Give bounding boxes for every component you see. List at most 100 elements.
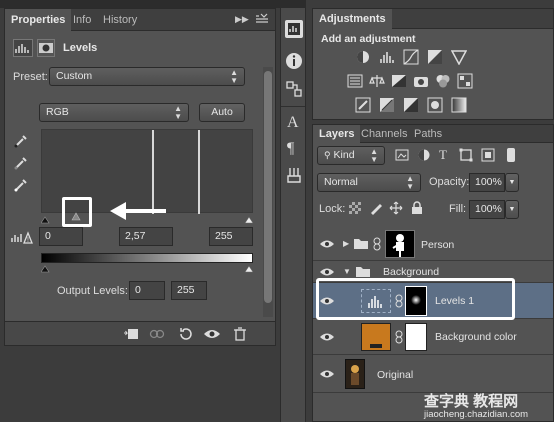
group-mask-thumbnail[interactable] (385, 230, 415, 258)
input-white-field[interactable]: 255 (209, 227, 253, 246)
tab-layers[interactable]: Layers (313, 125, 361, 143)
selective-color-icon[interactable] (427, 97, 443, 113)
auto-button[interactable]: Auto (199, 103, 245, 122)
input-black-field[interactable]: 0 (39, 227, 83, 246)
layer-name: Background (383, 266, 440, 278)
filter-pixel-icon[interactable] (395, 148, 409, 162)
lock-all-icon[interactable] (411, 201, 423, 215)
posterize-icon[interactable] (379, 97, 395, 113)
clip-to-layer-icon[interactable] (123, 327, 139, 341)
lock-position-icon[interactable] (389, 201, 403, 215)
filter-toggle-switch[interactable] (507, 148, 515, 162)
channel-value: RGB (46, 106, 69, 118)
visibility-eye-icon[interactable] (319, 266, 335, 278)
lock-transparent-icon[interactable] (349, 202, 361, 214)
filter-smart-object-icon[interactable] (481, 148, 495, 162)
dropdown-arrows-icon: ▲ ▼ (406, 174, 414, 191)
output-black-field[interactable]: 0 (129, 281, 165, 300)
channel-mixer-icon[interactable] (435, 73, 451, 89)
character-icon[interactable]: A (287, 114, 303, 132)
color-balance-icon[interactable] (369, 73, 385, 89)
dock-divider (281, 106, 305, 107)
midtone-highlight-box (62, 197, 92, 227)
clipping-warning-icon[interactable]: ! (11, 229, 33, 245)
filter-adjustment-icon[interactable] (417, 148, 431, 162)
exposure-icon[interactable] (427, 49, 443, 65)
filter-shape-icon[interactable] (459, 148, 473, 162)
brightness-contrast-icon[interactable] (355, 49, 371, 65)
chain-link-icon[interactable] (373, 237, 381, 251)
properties-scrollbar[interactable] (263, 67, 273, 317)
gradient-map-icon[interactable] (451, 97, 467, 113)
visibility-eye-icon[interactable] (319, 238, 335, 250)
fill-color-thumbnail[interactable] (361, 323, 391, 351)
panel-title: Levels (63, 42, 98, 54)
invert-icon[interactable] (355, 97, 371, 113)
original-photo-thumbnail[interactable] (345, 359, 365, 389)
properties-dock-icon[interactable] (285, 20, 303, 38)
paragraph-icon[interactable]: ¶ (287, 140, 303, 158)
channel-dropdown[interactable]: RGB ▲ ▼ (39, 103, 189, 122)
black-eyedropper-icon[interactable] (13, 133, 29, 149)
history-icon[interactable] (285, 80, 303, 98)
collapse-arrow-icon[interactable]: ▼ (343, 267, 351, 276)
visibility-eye-icon[interactable] (203, 327, 221, 341)
gray-eyedropper-icon[interactable] (13, 155, 29, 171)
layer-name: Person (421, 239, 455, 251)
white-eyedropper-icon[interactable] (13, 177, 29, 193)
tab-channels[interactable]: Channels (355, 125, 413, 143)
filter-kind-dropdown[interactable]: ⚲ Kind ▲ ▼ (317, 146, 385, 165)
tab-history[interactable]: History (97, 9, 143, 31)
output-levels-slider[interactable] (40, 263, 254, 273)
input-midtone-field[interactable]: 2,57 (119, 227, 173, 246)
tab-adjustments[interactable]: Adjustments (313, 9, 392, 29)
layers-panel: Layers Channels Paths ⚲ Kind ▲ ▼ T Normal… (312, 124, 554, 422)
expand-arrow-icon[interactable]: ▶ (343, 239, 349, 248)
dropdown-arrows-icon: ▲ ▼ (230, 68, 238, 85)
color-lookup-icon[interactable] (457, 73, 473, 89)
tab-paths[interactable]: Paths (408, 125, 448, 143)
properties-panel: Properties Info History ▶▶ Levels Preset… (4, 8, 276, 346)
chain-link-icon[interactable] (395, 330, 403, 344)
trash-icon[interactable] (233, 326, 247, 342)
dropdown-arrows-icon: ▲ ▼ (370, 147, 378, 164)
visibility-eye-icon[interactable] (319, 368, 335, 380)
vibrance-icon[interactable] (450, 49, 468, 66)
properties-footer (5, 321, 275, 345)
fill-field[interactable]: 100% (469, 200, 505, 219)
tab-properties[interactable]: Properties (5, 9, 72, 31)
collapse-icon[interactable]: ▶▶ (235, 14, 249, 26)
reset-icon[interactable] (177, 326, 193, 342)
filter-type-icon[interactable]: T (439, 147, 453, 162)
layer-mask-thumbnail[interactable] (405, 323, 427, 351)
layer-row-person[interactable]: ▶ Person (313, 227, 553, 261)
layer-row-background-color[interactable]: Background color (313, 319, 553, 355)
panel-dock-column: A ¶ (280, 8, 306, 422)
visibility-eye-icon[interactable] (319, 331, 335, 343)
document-title-strip (0, 0, 280, 8)
scrollbar-thumb[interactable] (264, 71, 272, 303)
info-icon[interactable] (285, 52, 303, 70)
tab-info[interactable]: Info (67, 9, 97, 31)
blend-mode-value: Normal (324, 176, 358, 188)
layer-name: Original (377, 369, 414, 381)
photo-filter-icon[interactable] (413, 73, 429, 89)
threshold-icon[interactable] (403, 97, 419, 113)
curves-icon[interactable] (403, 49, 419, 65)
opacity-field[interactable]: 100% (469, 173, 505, 192)
dropdown-arrows-icon: ▲ ▼ (174, 104, 182, 121)
hue-saturation-icon[interactable] (347, 73, 363, 89)
lock-pixels-icon[interactable] (369, 201, 383, 215)
preset-dropdown[interactable]: Custom ▲ ▼ (49, 67, 245, 86)
blend-mode-dropdown[interactable]: Normal ▲ ▼ (317, 173, 421, 192)
watermark-title: 查字典 教程网 (424, 393, 519, 410)
fill-slider-arrow[interactable]: ▼ (505, 200, 519, 219)
levels-icon[interactable] (379, 49, 395, 65)
output-white-field[interactable]: 255 (171, 281, 207, 300)
black-white-icon[interactable] (391, 73, 407, 89)
panel-menu-icon[interactable] (255, 13, 269, 25)
opacity-slider-arrow[interactable]: ▼ (505, 173, 519, 192)
tool-presets-icon[interactable] (285, 166, 303, 184)
mask-icon[interactable] (37, 39, 55, 57)
view-previous-icon[interactable] (149, 327, 165, 341)
